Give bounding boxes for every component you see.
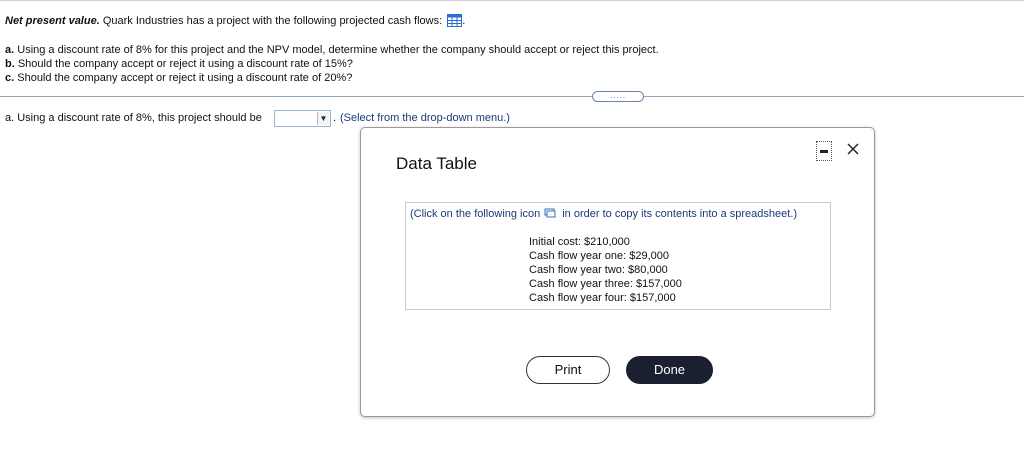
table-grid-icon[interactable] <box>447 14 463 27</box>
question-title: Net present value. Quark Industries has … <box>5 14 465 28</box>
part-a-label: a. <box>5 44 15 56</box>
section-divider <box>0 96 1024 97</box>
part-c-text: Should the company accept or reject it u… <box>14 72 353 84</box>
copy-note-after: in order to copy its contents into a spr… <box>562 208 798 220</box>
dialog-title: Data Table <box>396 154 477 173</box>
question-part-c: c. Should the company accept or reject i… <box>5 72 352 85</box>
question-title-suffix: . <box>462 15 466 27</box>
cash-flow-year-two: Cash flow year two: $80,000 <box>529 264 668 276</box>
done-button[interactable]: Done <box>626 356 713 384</box>
cash-flow-year-one: Cash flow year one: $29,000 <box>529 250 670 262</box>
close-icon[interactable] <box>846 142 860 156</box>
accept-reject-dropdown[interactable]: ▼ <box>274 110 331 127</box>
cash-flow-list: Initial cost: $210,000 Cash flow year on… <box>529 235 682 305</box>
cash-flow-year-four: Cash flow year four: $157,000 <box>529 292 676 304</box>
expand-question-button[interactable]: ..... <box>592 91 644 102</box>
part-a-text: Using a discount rate of 8% for this pro… <box>14 44 659 56</box>
copy-note: (Click on the following icon in order to … <box>410 208 797 220</box>
part-b-text: Should the company accept or reject it u… <box>14 58 353 70</box>
question-part-a: a. Using a discount rate of 8% for this … <box>5 44 659 57</box>
cash-flow-initial-cost: Initial cost: $210,000 <box>529 236 630 248</box>
dropdown-arrow-icon[interactable]: ▼ <box>317 112 329 125</box>
part-c-label: c. <box>5 72 15 84</box>
data-table-dialog: Data Table (Click on the following icon i… <box>360 127 875 417</box>
question-title-bold: Net present value. <box>5 15 100 27</box>
answer-suffix: . <box>333 112 337 124</box>
minimize-icon[interactable] <box>816 141 832 161</box>
answer-prompt: a. Using a discount rate of 8%, this pro… <box>5 112 262 124</box>
top-rule <box>0 0 1024 1</box>
data-table: (Click on the following icon in order to … <box>405 202 831 310</box>
copy-icon[interactable] <box>544 208 556 218</box>
print-button[interactable]: Print <box>526 356 610 384</box>
part-b-label: b. <box>5 58 15 70</box>
question-title-text: Quark Industries has a project with the … <box>99 15 446 27</box>
dropdown-hint: (Select from the drop-down menu.) <box>340 112 510 124</box>
copy-note-before: (Click on the following icon <box>410 208 541 220</box>
cash-flow-year-three: Cash flow year three: $157,000 <box>529 278 682 290</box>
question-part-b: b. Should the company accept or reject i… <box>5 58 353 71</box>
